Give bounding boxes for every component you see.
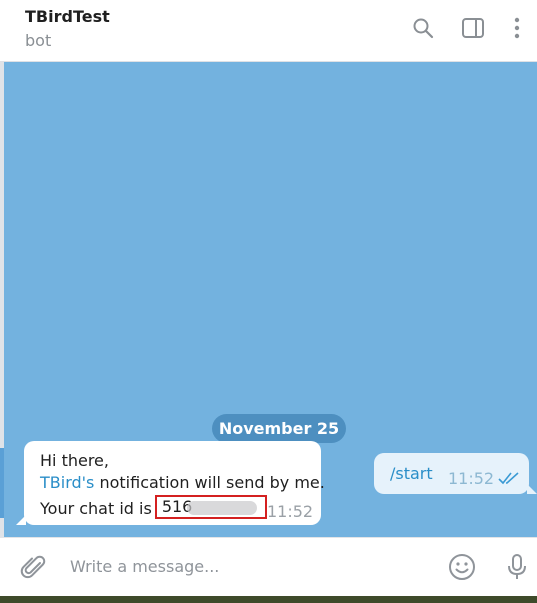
- message-line: Hi there,: [40, 451, 109, 470]
- double-check-icon: [498, 472, 519, 485]
- bubble-tail: [16, 515, 26, 525]
- chat-subtitle: bot: [25, 31, 52, 50]
- incoming-message[interactable]: Hi there, TBird's notification will send…: [16, 441, 325, 525]
- composer: Write a message...: [0, 537, 537, 596]
- microphone-icon[interactable]: [503, 553, 531, 581]
- chat-id-highlight: 516: [154, 495, 267, 519]
- search-icon[interactable]: [411, 16, 435, 40]
- message-time: 11:52: [448, 469, 495, 488]
- message-link[interactable]: TBird's: [40, 473, 94, 492]
- desktop-background-strip: [0, 596, 537, 603]
- outgoing-message[interactable]: /start 11:52: [374, 453, 537, 494]
- message-accent-bar: [0, 448, 4, 518]
- date-separator: November 25: [212, 414, 346, 443]
- more-vertical-icon[interactable]: [505, 16, 529, 40]
- sidebar-toggle-icon[interactable]: [461, 16, 485, 40]
- message-text[interactable]: /start: [390, 464, 433, 483]
- emoji-icon[interactable]: [448, 553, 476, 581]
- message-line-text: notification will send by me.: [94, 473, 325, 492]
- message-time: 11:52: [267, 502, 314, 521]
- bubble-tail: [527, 484, 537, 494]
- message-line: TBird's notification will send by me.: [40, 473, 325, 492]
- message-input[interactable]: Write a message...: [70, 557, 219, 576]
- redaction-blur: [186, 501, 257, 515]
- chat-title[interactable]: TBirdTest: [25, 7, 110, 26]
- attach-icon[interactable]: [20, 554, 48, 582]
- chat-header: TBirdTest bot: [0, 0, 537, 62]
- message-line-text: Your chat id is: [40, 499, 152, 518]
- message-line: Your chat id is 516: [40, 495, 267, 519]
